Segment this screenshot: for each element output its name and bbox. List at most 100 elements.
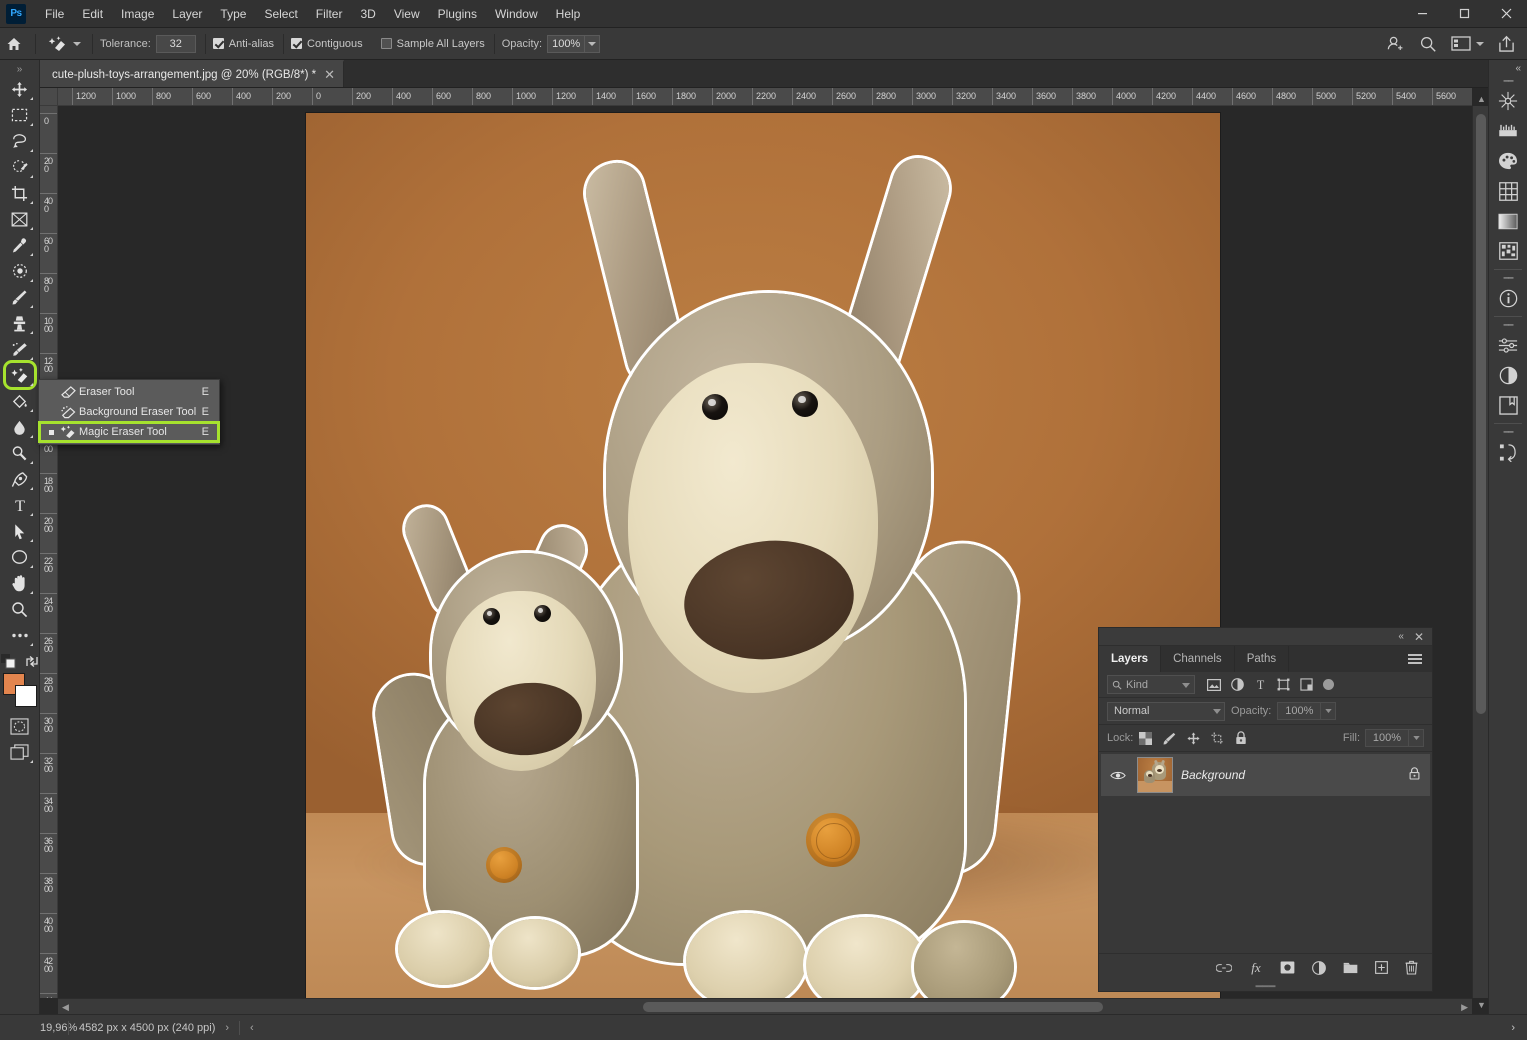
add-user-icon[interactable]: [1386, 34, 1405, 53]
opacity-stepper[interactable]: [585, 34, 601, 53]
document-artboard[interactable]: [306, 113, 1220, 998]
gradient-tool[interactable]: [5, 388, 35, 414]
lock-position-icon[interactable]: [1187, 731, 1200, 745]
tab-layers[interactable]: Layers: [1099, 646, 1162, 672]
chevron-down-icon[interactable]: [73, 41, 81, 46]
swatches-panel-button[interactable]: [1492, 176, 1524, 206]
pen-tool[interactable]: [5, 466, 35, 492]
opacity-input[interactable]: [547, 34, 586, 53]
smart-object-icon[interactable]: [1300, 678, 1313, 691]
screen-mode-button[interactable]: [5, 739, 35, 765]
panel-menu-button[interactable]: [1398, 646, 1432, 672]
toolbar-expand-button[interactable]: »: [0, 62, 39, 76]
background-color-swatch[interactable]: [14, 685, 37, 707]
scroll-right-arrow[interactable]: ▶: [1461, 1002, 1468, 1013]
filter-toggle-icon[interactable]: [1323, 679, 1334, 690]
close-button[interactable]: [1485, 0, 1527, 28]
blur-tool[interactable]: [5, 414, 35, 440]
collapse-icon[interactable]: «: [1398, 631, 1404, 642]
layer-style-fx-icon[interactable]: fx: [1249, 960, 1263, 975]
sample-all-layers-checkbox[interactable]: Sample All Layers: [380, 38, 485, 50]
new-group-icon[interactable]: [1343, 962, 1358, 974]
panel-resize-grip[interactable]: ━━━: [1099, 981, 1432, 993]
history-panel-button[interactable]: [1492, 437, 1524, 467]
status-expand-arrow[interactable]: ›: [225, 1022, 229, 1034]
menu-edit[interactable]: Edit: [73, 3, 112, 25]
vertical-scroll-thumb[interactable]: [1476, 114, 1486, 714]
link-layers-icon[interactable]: [1216, 963, 1232, 973]
opacity-value[interactable]: 100%: [1277, 702, 1322, 720]
tool-preset-picker[interactable]: [43, 34, 85, 54]
dock-grip[interactable]: ━━: [1495, 76, 1521, 86]
rectangular-marquee-tool[interactable]: [5, 102, 35, 128]
canvas-horizontal-scrollbar[interactable]: ◀ ▶: [58, 998, 1472, 1014]
document-dimensions[interactable]: 4582 px x 4500 px (240 ppi): [79, 1022, 215, 1034]
lock-artboard-icon[interactable]: [1211, 731, 1224, 745]
tolerance-input[interactable]: [155, 34, 196, 53]
scroll-up-arrow[interactable]: ▲: [1477, 94, 1486, 104]
layer-list[interactable]: Background: [1099, 752, 1432, 953]
lock-all-icon[interactable]: [1235, 731, 1247, 745]
frame-tool[interactable]: [5, 206, 35, 232]
lasso-tool[interactable]: [5, 128, 35, 154]
layer-visibility-toggle[interactable]: [1107, 770, 1129, 781]
chevron-down-icon[interactable]: [1476, 41, 1484, 46]
sample-all-layers-check-box[interactable]: [380, 38, 392, 49]
pixel-layer-icon[interactable]: [1207, 678, 1221, 691]
search-icon[interactable]: [1419, 35, 1437, 53]
menu-file[interactable]: File: [36, 3, 73, 25]
contiguous-check-box[interactable]: [291, 38, 303, 49]
edit-toolbar-button[interactable]: [5, 622, 35, 648]
maximize-button[interactable]: [1443, 0, 1485, 28]
close-icon[interactable]: ✕: [324, 68, 335, 81]
lock-image-pixels-icon[interactable]: [1163, 732, 1176, 745]
chevron-down-icon[interactable]: [1182, 679, 1190, 691]
path-selection-tool[interactable]: [5, 518, 35, 544]
hand-tool[interactable]: [5, 570, 35, 596]
workspace-switcher[interactable]: [1451, 36, 1484, 51]
anti-alias-checkbox[interactable]: Anti-alias: [212, 38, 274, 50]
tab-paths[interactable]: Paths: [1235, 646, 1290, 672]
close-icon[interactable]: ✕: [1414, 630, 1424, 644]
flyout-item-eraser-tool[interactable]: Eraser Tool E: [39, 382, 219, 402]
fill-value[interactable]: 100%: [1365, 729, 1409, 747]
anti-alias-check-box[interactable]: [212, 38, 224, 49]
info-panel-button[interactable]: [1492, 283, 1524, 313]
ellipse-tool[interactable]: [5, 544, 35, 570]
menu-layer[interactable]: Layer: [163, 3, 211, 25]
magic-eraser-tool[interactable]: [2, 360, 37, 390]
home-button[interactable]: [0, 30, 28, 58]
color-swatches[interactable]: [2, 673, 37, 707]
fill-stepper[interactable]: [1409, 729, 1424, 747]
horizontal-type-tool[interactable]: T: [5, 492, 35, 518]
brush-tool[interactable]: [5, 284, 35, 310]
collapse-panels-button[interactable]: «: [1489, 60, 1527, 76]
clone-stamp-tool[interactable]: [5, 310, 35, 336]
zoom-level-value[interactable]: 19,96%: [40, 1022, 77, 1034]
dock-grip[interactable]: ━━: [1495, 273, 1521, 283]
status-prev-arrow[interactable]: ‹: [250, 1022, 254, 1034]
zoom-level[interactable]: 19,96%: [0, 1022, 77, 1034]
adjustment-layer-icon[interactable]: [1231, 678, 1244, 691]
eraser-tool-flyout-menu[interactable]: Eraser Tool E Background Eraser Tool E M…: [38, 379, 220, 445]
libraries-panel-button[interactable]: [1492, 390, 1524, 420]
scroll-left-arrow[interactable]: ◀: [62, 1002, 69, 1013]
styles-panel-button[interactable]: [1492, 116, 1524, 146]
properties-panel-button[interactable]: [1492, 330, 1524, 360]
dock-grip[interactable]: ━━: [1495, 427, 1521, 437]
contiguous-checkbox[interactable]: Contiguous: [291, 38, 363, 50]
move-tool[interactable]: [5, 76, 35, 102]
flyout-item-magic-eraser-tool[interactable]: Magic Eraser Tool E: [38, 421, 220, 443]
blend-mode-select[interactable]: Normal: [1107, 701, 1225, 721]
lock-transparent-pixels-icon[interactable]: [1139, 731, 1153, 745]
dodge-tool[interactable]: [5, 440, 35, 466]
menu-help[interactable]: Help: [547, 3, 590, 25]
scroll-down-arrow[interactable]: ▼: [1477, 1000, 1486, 1010]
adjustment-layers-panel-button[interactable]: [1492, 360, 1524, 390]
tab-channels[interactable]: Channels: [1161, 646, 1235, 672]
canvas-vertical-scrollbar[interactable]: ▲ ▼: [1472, 94, 1488, 1010]
vertical-ruler[interactable]: 0200400600800100012001400160018002000220…: [40, 106, 58, 998]
horizontal-ruler[interactable]: 1200 1000 800 600 400 200 0 200 400 600 800 1000 120…: [58, 88, 1472, 106]
document-tab[interactable]: cute-plush-toys-arrangement.jpg @ 20% (R…: [40, 60, 345, 87]
add-layer-mask-icon[interactable]: [1280, 961, 1295, 974]
